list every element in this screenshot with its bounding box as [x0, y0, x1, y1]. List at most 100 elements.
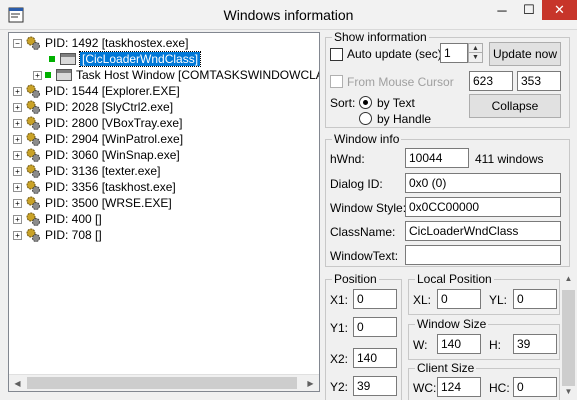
expand-icon[interactable]: +: [33, 70, 42, 80]
gears-icon: [26, 84, 40, 98]
mouse-x-field[interactable]: 623: [469, 71, 513, 91]
tree-node[interactable]: + PID: 3136 [texter.exe]: [13, 163, 160, 179]
x1-field[interactable]: 0: [353, 289, 397, 309]
tree-node-selected[interactable]: [CicLoaderWndClass]: [49, 51, 202, 67]
tree-node-label: PID: 1544 [Explorer.EXE]: [45, 84, 180, 98]
tree-node-label: Task Host Window [COMTASKSWINDOWCLASS]: [76, 68, 320, 82]
wc-label: WC:: [413, 381, 437, 395]
scroll-down-icon[interactable]: ▼: [560, 383, 577, 400]
dialog-id-field[interactable]: 0x0 (0): [405, 173, 561, 193]
tree-node-label: PID: 2800 [VBoxTray.exe]: [45, 116, 183, 130]
tree-node[interactable]: + PID: 2028 [SlyCtrl2.exe]: [13, 99, 173, 115]
hwnd-field[interactable]: 10044: [405, 148, 469, 168]
child-marker-icon: [49, 56, 55, 62]
expand-icon[interactable]: +: [13, 230, 22, 240]
window-tree[interactable]: − PID: 1492 [taskhostex.exe] [CicLoaderW…: [8, 32, 320, 392]
mouse-y-field[interactable]: 353: [517, 71, 561, 91]
tree-node[interactable]: − PID: 1492 [taskhostex.exe]: [13, 35, 188, 51]
interval-field[interactable]: 1: [440, 43, 468, 63]
hwnd-label: hWnd:: [330, 152, 365, 166]
tree-node[interactable]: + PID: 2800 [VBoxTray.exe]: [13, 115, 182, 131]
width-field[interactable]: 140: [437, 334, 481, 354]
expand-icon[interactable]: +: [13, 118, 22, 128]
scroll-right-icon[interactable]: ▶: [302, 375, 319, 391]
height-field[interactable]: 39: [513, 334, 557, 354]
expand-icon[interactable]: +: [13, 150, 22, 160]
spin-up-icon[interactable]: ▲: [469, 44, 482, 53]
collapse-button[interactable]: Collapse: [469, 94, 561, 118]
expand-icon[interactable]: +: [13, 166, 22, 176]
w-label: W:: [413, 338, 428, 352]
scroll-left-icon[interactable]: ◀: [9, 375, 26, 391]
windowtext-field[interactable]: [405, 245, 561, 265]
window-icon: [60, 53, 76, 65]
classname-label: ClassName:: [330, 225, 396, 239]
close-button[interactable]: ✕: [542, 0, 577, 20]
xl-label: XL:: [413, 293, 432, 307]
group-title: Position: [332, 272, 379, 286]
tree-node[interactable]: + PID: 708 []: [13, 227, 102, 243]
maximize-button[interactable]: ☐: [516, 0, 542, 20]
xl-field[interactable]: 0: [437, 289, 481, 309]
y1-field[interactable]: 0: [353, 317, 397, 337]
windowtext-label: WindowText:: [330, 249, 399, 263]
expand-icon[interactable]: +: [13, 102, 22, 112]
tree-node-label: PID: 1492 [taskhostex.exe]: [45, 36, 189, 50]
y2-field[interactable]: 39: [353, 376, 397, 396]
scroll-thumb[interactable]: [562, 290, 575, 386]
from-mouse-checkbox[interactable]: [330, 75, 343, 88]
vertical-scrollbar[interactable]: ▲ ▼: [560, 270, 577, 400]
client-width-field[interactable]: 124: [437, 377, 481, 397]
tree-node[interactable]: + PID: 3060 [WinSnap.exe]: [13, 147, 180, 163]
tree-node[interactable]: + PID: 3356 [taskhost.exe]: [13, 179, 176, 195]
tree-node-label: PID: 400 []: [45, 212, 102, 226]
tree-node-label: PID: 3060 [WinSnap.exe]: [45, 148, 180, 162]
window-style-field[interactable]: 0x0CC00000: [405, 197, 561, 217]
auto-update-checkbox[interactable]: [330, 48, 343, 61]
tree-node[interactable]: + PID: 1544 [Explorer.EXE]: [13, 83, 180, 99]
tree-node-label: PID: 2028 [SlyCtrl2.exe]: [45, 100, 174, 114]
update-now-button[interactable]: Update now: [489, 42, 561, 66]
dialog-id-label: Dialog ID:: [330, 177, 383, 191]
horizontal-scrollbar[interactable]: ◀ ▶: [9, 374, 319, 391]
client-height-field[interactable]: 0: [513, 377, 557, 397]
y2-label: Y2:: [330, 380, 349, 394]
sort-by-handle-radio[interactable]: [359, 112, 372, 125]
classname-field[interactable]: CicLoaderWndClass: [405, 221, 561, 241]
y1-label: Y1:: [330, 321, 349, 335]
sort-by-text-radio[interactable]: [359, 96, 372, 109]
expand-icon[interactable]: +: [13, 182, 22, 192]
tree-node[interactable]: + Task Host Window [COMTASKSWINDOWCLASS]: [33, 67, 320, 83]
group-title: Client Size: [415, 361, 477, 375]
window-count: 411 windows: [475, 152, 544, 166]
tree-node-label: PID: 3356 [taskhost.exe]: [45, 180, 176, 194]
title-bar: Windows information ─ ☐ ✕: [0, 0, 577, 30]
gears-icon: [26, 228, 40, 242]
from-mouse-label: From Mouse Cursor: [347, 75, 454, 89]
group-title: Window info: [332, 132, 402, 146]
tree-node[interactable]: + PID: 2904 [WinPatrol.exe]: [13, 131, 183, 147]
tree-node-label: PID: 3136 [texter.exe]: [45, 164, 161, 178]
expand-icon[interactable]: +: [13, 214, 22, 224]
yl-field[interactable]: 0: [513, 289, 557, 309]
tree-node-label: PID: 708 []: [45, 228, 102, 242]
group-title: Window Size: [415, 317, 489, 331]
gears-icon: [26, 164, 40, 178]
tree-node-label: PID: 3500 [WRSE.EXE]: [45, 196, 172, 210]
tree-node[interactable]: + PID: 3500 [WRSE.EXE]: [13, 195, 172, 211]
collapse-icon[interactable]: −: [13, 38, 22, 48]
child-marker-icon: [45, 72, 51, 78]
minimize-button[interactable]: ─: [488, 0, 516, 20]
expand-icon[interactable]: +: [13, 86, 22, 96]
expand-icon[interactable]: +: [13, 134, 22, 144]
scroll-up-icon[interactable]: ▲: [560, 270, 577, 287]
spin-down-icon[interactable]: ▼: [469, 53, 482, 62]
group-title: Local Position: [415, 272, 494, 286]
window-style-label: Window Style:: [330, 201, 407, 215]
x2-label: X2:: [330, 352, 349, 366]
x2-field[interactable]: 140: [353, 348, 397, 368]
scroll-thumb[interactable]: [27, 377, 297, 389]
expand-icon[interactable]: +: [13, 198, 22, 208]
interval-stepper[interactable]: ▲ ▼: [468, 43, 483, 63]
tree-node[interactable]: + PID: 400 []: [13, 211, 102, 227]
